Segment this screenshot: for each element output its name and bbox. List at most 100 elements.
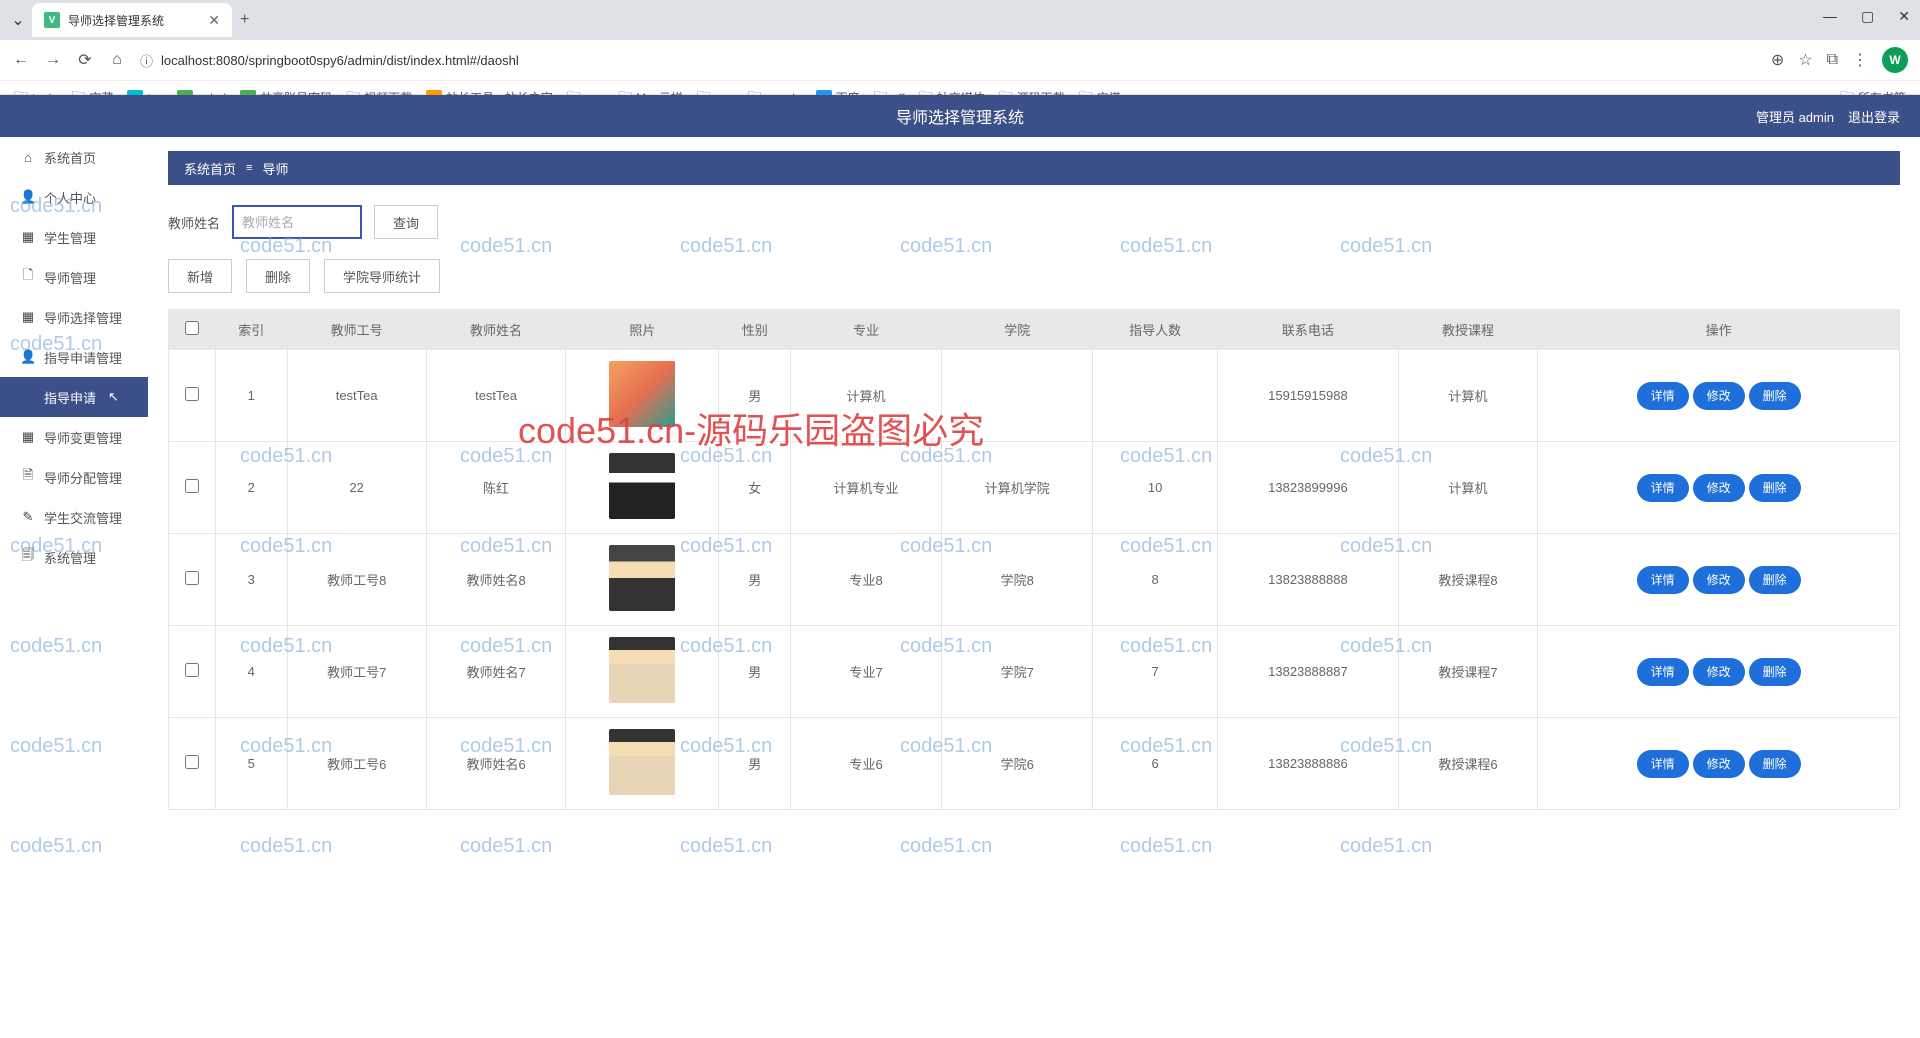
forward-icon[interactable]: → bbox=[44, 51, 62, 69]
minimize-icon[interactable]: — bbox=[1823, 8, 1837, 25]
row-checkbox[interactable] bbox=[185, 479, 199, 493]
cell-count: 6 bbox=[1093, 718, 1218, 810]
edit-button[interactable]: 修改 bbox=[1693, 750, 1745, 778]
search-row: 教师姓名 查询 bbox=[168, 205, 1900, 239]
bookmark-star-icon[interactable]: ☆ bbox=[1798, 50, 1812, 70]
detail-button[interactable]: 详情 bbox=[1637, 566, 1689, 594]
table-header: 索引 bbox=[215, 310, 287, 350]
logout-link[interactable]: 退出登录 bbox=[1848, 107, 1900, 126]
cell-idx: 2 bbox=[215, 442, 287, 534]
table-header-row: 索引教师工号教师姓名照片性别专业学院指导人数联系电话教授课程操作 bbox=[169, 310, 1900, 350]
edit-button[interactable]: 修改 bbox=[1693, 382, 1745, 410]
extensions-icon[interactable]: ⧉ bbox=[1827, 51, 1838, 69]
edit-button[interactable]: 修改 bbox=[1693, 658, 1745, 686]
profile-avatar[interactable]: W bbox=[1882, 47, 1908, 73]
sidebar-icon: ⌂ bbox=[20, 150, 36, 165]
cell-course: 教授课程6 bbox=[1398, 718, 1537, 810]
edit-button[interactable]: 修改 bbox=[1693, 474, 1745, 502]
row-checkbox[interactable] bbox=[185, 387, 199, 401]
cell-count: 8 bbox=[1093, 534, 1218, 626]
menu-icon[interactable]: ⋮ bbox=[1852, 50, 1868, 70]
sidebar-label: 导师分配管理 bbox=[44, 468, 122, 487]
admin-label[interactable]: 管理员 admin bbox=[1756, 107, 1834, 126]
row-delete-button[interactable]: 删除 bbox=[1749, 566, 1801, 594]
sidebar-icon: ▦ bbox=[20, 229, 36, 245]
breadcrumb-home[interactable]: 系统首页 bbox=[184, 159, 236, 178]
stats-button[interactable]: 学院导师统计 bbox=[324, 259, 440, 293]
cell-major: 计算机专业 bbox=[790, 442, 941, 534]
table-header: 操作 bbox=[1538, 310, 1900, 350]
home-icon[interactable]: ⌂ bbox=[108, 51, 126, 69]
breadcrumb-current: 导师 bbox=[262, 159, 288, 178]
table-header: 性别 bbox=[719, 310, 791, 350]
sidebar-item[interactable]: ⌂ 系统首页 bbox=[0, 137, 148, 177]
sidebar-item[interactable]: 🗋导师管理 bbox=[0, 257, 148, 297]
row-delete-button[interactable]: 删除 bbox=[1749, 750, 1801, 778]
tabs-dropdown-icon[interactable]: ⌄ bbox=[8, 10, 28, 30]
row-checkbox[interactable] bbox=[185, 663, 199, 677]
search-button[interactable]: 查询 bbox=[374, 205, 438, 239]
cell-college: 计算机学院 bbox=[942, 442, 1093, 534]
cell-count bbox=[1093, 350, 1218, 442]
sidebar-item[interactable]: 🗐系统管理 bbox=[0, 537, 148, 577]
delete-button[interactable]: 删除 bbox=[246, 259, 310, 293]
cell-count: 10 bbox=[1093, 442, 1218, 534]
maximize-icon[interactable]: ▢ bbox=[1861, 8, 1874, 25]
cell-tname: testTea bbox=[426, 350, 565, 442]
url-box[interactable]: ⓘ localhost:8080/springboot0spy6/admin/d… bbox=[140, 51, 1757, 70]
cell-phone: 15915915988 bbox=[1217, 350, 1398, 442]
app-header: 导师选择管理系统 管理员 admin 退出登录 bbox=[0, 95, 1920, 137]
row-delete-button[interactable]: 删除 bbox=[1749, 658, 1801, 686]
detail-button[interactable]: 详情 bbox=[1637, 658, 1689, 686]
select-all-checkbox[interactable] bbox=[185, 321, 199, 335]
sidebar-label: 系统首页 bbox=[44, 148, 96, 167]
cell-actions: 详情修改删除 bbox=[1538, 718, 1900, 810]
site-info-icon[interactable]: ⓘ bbox=[140, 51, 153, 70]
cell-checkbox bbox=[169, 626, 216, 718]
sidebar-icon: 👤 bbox=[20, 189, 36, 205]
add-button[interactable]: 新增 bbox=[168, 259, 232, 293]
cell-tid: 教师工号7 bbox=[287, 626, 426, 718]
sidebar-item[interactable]: 指导申请↖ bbox=[0, 377, 148, 417]
sidebar-item[interactable]: ✎学生交流管理 bbox=[0, 497, 148, 537]
table-header: 指导人数 bbox=[1093, 310, 1218, 350]
sidebar-icon: ✎ bbox=[20, 509, 36, 525]
back-icon[interactable]: ← bbox=[12, 51, 30, 69]
edit-button[interactable]: 修改 bbox=[1693, 566, 1745, 594]
cell-course: 计算机 bbox=[1398, 442, 1537, 534]
detail-button[interactable]: 详情 bbox=[1637, 382, 1689, 410]
row-delete-button[interactable]: 删除 bbox=[1749, 474, 1801, 502]
sidebar-item[interactable]: 🗎导师分配管理 bbox=[0, 457, 148, 497]
search-icon[interactable]: ⊕ bbox=[1771, 50, 1784, 70]
app-title: 导师选择管理系统 bbox=[896, 104, 1024, 128]
close-window-icon[interactable]: ✕ bbox=[1898, 8, 1910, 25]
search-input[interactable] bbox=[232, 205, 362, 239]
table-header: 教师工号 bbox=[287, 310, 426, 350]
cell-major: 专业7 bbox=[790, 626, 941, 718]
cell-checkbox bbox=[169, 350, 216, 442]
cell-photo bbox=[566, 350, 719, 442]
cell-count: 7 bbox=[1093, 626, 1218, 718]
search-label: 教师姓名 bbox=[168, 213, 220, 232]
sidebar-item[interactable]: ▦学生管理 bbox=[0, 217, 148, 257]
detail-button[interactable]: 详情 bbox=[1637, 474, 1689, 502]
sidebar-item[interactable]: ▦导师变更管理 bbox=[0, 417, 148, 457]
new-tab-icon[interactable]: + bbox=[240, 11, 249, 29]
tab-close-icon[interactable]: ✕ bbox=[208, 12, 220, 29]
cell-actions: 详情修改删除 bbox=[1538, 626, 1900, 718]
cell-checkbox bbox=[169, 442, 216, 534]
sidebar-item[interactable]: ▦导师选择管理 bbox=[0, 297, 148, 337]
tab-title: 导师选择管理系统 bbox=[68, 12, 200, 29]
sidebar-icon: 🗐 bbox=[20, 546, 36, 568]
row-checkbox[interactable] bbox=[185, 755, 199, 769]
detail-button[interactable]: 详情 bbox=[1637, 750, 1689, 778]
table-header: 联系电话 bbox=[1217, 310, 1398, 350]
browser-tab[interactable]: V 导师选择管理系统 ✕ bbox=[32, 3, 232, 37]
row-delete-button[interactable]: 删除 bbox=[1749, 382, 1801, 410]
row-checkbox[interactable] bbox=[185, 571, 199, 585]
reload-icon[interactable]: ⟳ bbox=[76, 50, 94, 70]
cell-major: 计算机 bbox=[790, 350, 941, 442]
sidebar-item[interactable]: 👤个人中心 bbox=[0, 177, 148, 217]
sidebar-item[interactable]: 👤指导申请管理 bbox=[0, 337, 148, 377]
cell-photo bbox=[566, 626, 719, 718]
